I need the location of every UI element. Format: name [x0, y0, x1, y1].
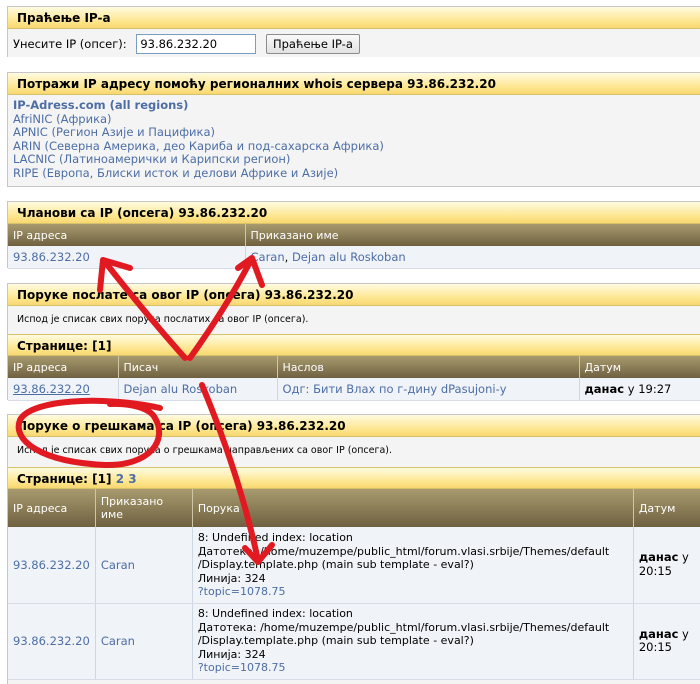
error-ip-link[interactable]: 93.86.232.20	[13, 558, 90, 572]
section-title: Чланови са IP (опсега) 93.86.232.20	[8, 202, 700, 224]
posts-pagination: Странице: [1]	[8, 334, 700, 356]
page-link-3[interactable]: 3	[128, 472, 136, 486]
table-row: 93.86.232.20 Caran, Dejan alu Roskoban	[8, 246, 700, 269]
ip-range-input[interactable]	[136, 34, 257, 54]
error-ip-link[interactable]: 93.86.232.20	[13, 634, 90, 648]
col-subject[interactable]: Наслов	[277, 356, 580, 378]
section-title: Поруке о грешкама са IP (опсега) 93.86.2…	[8, 415, 700, 437]
table-row: 93.86.232.20 Caran 8: Undefined index: l…	[8, 603, 700, 680]
members-table: IP адреса Приказано име 93.86.232.20 Car…	[8, 224, 700, 269]
errors-description: Испод је списак свих порука о грешкама н…	[8, 437, 700, 467]
member-link-dejan[interactable]: Dejan alu Roskoban	[292, 250, 406, 264]
error-file: Датотека: /home/muzempe/public_html/foru…	[197, 620, 610, 634]
whois-link-apnic[interactable]: APNIC (Регион Азије и Пацифика)	[13, 125, 215, 139]
col-message[interactable]: Порука	[192, 489, 634, 527]
error-topic-link[interactable]: ?topic=1078.75	[198, 661, 286, 674]
track-ip-button[interactable]: Праћење IP-а	[265, 34, 360, 54]
whois-link-ripe[interactable]: RIPE (Европа, Блиски исток и делови Афри…	[13, 166, 338, 180]
post-author-link[interactable]: Dejan alu Roskoban	[124, 382, 238, 396]
page-current: [1]	[92, 339, 112, 353]
whois-list: IP-Adress.com (all regions) AfriNIC (Афр…	[8, 95, 700, 181]
error-message: 8: Undefined index: location	[197, 607, 353, 621]
members-section: Чланови са IP (опсега) 93.86.232.20 IP а…	[7, 201, 700, 269]
track-form: Унесите IP (опсег): Праћење IP-а	[8, 29, 700, 57]
error-line: Линија: 324	[197, 571, 266, 585]
posts-section: Поруке послате са овог IP (опсега) 93.86…	[7, 283, 700, 401]
page-current: [1]	[92, 472, 112, 486]
posts-table: IP адреса Писач Наслов Датум 93.86.232.2…	[8, 356, 700, 401]
col-ip-address[interactable]: IP адреса	[8, 224, 246, 246]
col-display-name[interactable]: Приказано име	[245, 224, 700, 246]
col-ip-address[interactable]: IP адреса	[8, 356, 119, 378]
whois-link-lacnic[interactable]: LACNIC (Латиноамерички и Карипски регион…	[13, 152, 290, 167]
posts-description: Испод је списак свих порука послатих са …	[8, 306, 700, 334]
date-time: у 19:27	[624, 381, 672, 396]
date-today: данас	[638, 626, 679, 641]
pages-label: Странице:	[17, 339, 88, 353]
errors-section: Поруке о грешкама са IP (опсега) 93.86.2…	[7, 414, 700, 684]
date-today: данас	[584, 381, 625, 396]
member-link-caran[interactable]: Caran	[251, 250, 285, 264]
separator: ,	[284, 249, 292, 264]
col-date[interactable]: Датум	[633, 489, 700, 527]
whois-link-ipaddress[interactable]: IP-Adress.com (all regions)	[13, 98, 188, 112]
error-topic-link[interactable]: ?topic=1078.75	[198, 585, 286, 598]
error-message: 8: Undefined index: location	[197, 531, 353, 544]
errors-pagination: Странице: [1] 2 3	[8, 467, 700, 489]
ip-range-label: Унесите IP (опсег):	[13, 37, 127, 51]
date-today: данас	[638, 550, 679, 565]
col-author[interactable]: Писач	[118, 356, 278, 378]
table-row: 93.86.232.20 Dejan alu Roskoban Одг: Бит…	[8, 378, 700, 401]
col-date[interactable]: Датум	[579, 356, 700, 378]
col-display-name[interactable]: Приказано име	[95, 489, 193, 527]
member-ip-link[interactable]: 93.86.232.20	[13, 250, 90, 264]
post-subject-link[interactable]: Одг: Бити Влах по г-дину dPasujoni-у	[283, 382, 507, 396]
section-title: Потражи IP адресу помоћу регионалних who…	[8, 73, 700, 95]
section-title: Праћење IP-а	[8, 7, 700, 29]
table-row: 93.86.232.20 Caran 8: Undefined index: l…	[8, 527, 700, 604]
error-file-cont: /Display.template.php (main sub template…	[197, 558, 474, 571]
track-ip-section: Праћење IP-а Унесите IP (опсег): Праћење…	[7, 6, 700, 57]
error-file-cont: /Display.template.php (main sub template…	[197, 634, 474, 648]
whois-link-afrinic[interactable]: AfriNIC (Африка)	[13, 112, 112, 126]
error-line: Линија: 324	[197, 647, 266, 661]
post-ip-link[interactable]: 93.86.232.20	[13, 382, 90, 396]
errors-table: IP адреса Приказано име Порука Датум 93.…	[8, 489, 700, 680]
col-ip-address[interactable]: IP адреса	[8, 489, 96, 527]
error-file: Датотека: /home/muzempe/public_html/foru…	[197, 544, 610, 558]
error-member-link[interactable]: Caran	[101, 634, 135, 648]
page-link-2[interactable]: 2	[116, 472, 124, 486]
error-member-link[interactable]: Caran	[101, 558, 135, 572]
whois-link-arin[interactable]: ARIN (Северна Америка, део Кариба и под-…	[13, 139, 384, 153]
section-title: Поруке послате са овог IP (опсега) 93.86…	[8, 284, 700, 306]
whois-section: Потражи IP адресу помоћу регионалних who…	[7, 72, 700, 187]
pages-label: Странице:	[17, 472, 88, 486]
